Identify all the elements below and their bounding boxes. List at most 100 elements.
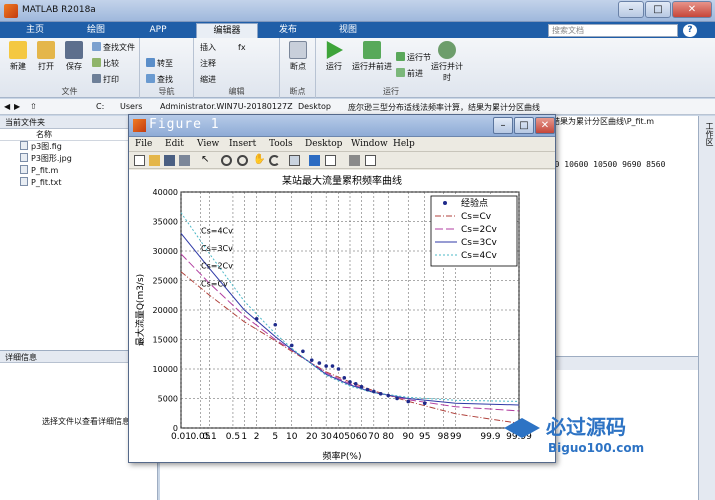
data-cursor-icon[interactable] — [289, 155, 300, 166]
menu-file[interactable]: File — [135, 139, 152, 149]
x-tick-label: 60 — [356, 432, 368, 442]
path-segment[interactable]: 庞尔逊三型分布适线法频率计算，结果为累计分区曲线 — [348, 102, 540, 113]
tab-editor[interactable]: 编辑器 — [196, 23, 258, 38]
path-segment[interactable]: Users — [120, 102, 142, 111]
menu-insert[interactable]: Insert — [229, 139, 256, 149]
workspace-side-tab[interactable]: 工作区 — [698, 116, 715, 500]
data-point — [378, 391, 383, 396]
save-figure-icon[interactable] — [164, 155, 175, 166]
details-message: 选择文件以查看详细信息 — [42, 417, 130, 426]
close-button[interactable]: ✕ — [672, 1, 712, 18]
minimize-button[interactable]: – — [618, 1, 644, 18]
open-button[interactable]: 打开 — [32, 41, 60, 72]
tab-apps[interactable]: APP — [134, 23, 182, 38]
hide-plot-tools-icon[interactable] — [349, 155, 360, 166]
zoom-in-icon[interactable] — [221, 155, 232, 166]
goto-button[interactable]: 转至 — [146, 58, 173, 69]
data-point — [406, 399, 411, 404]
menu-help[interactable]: Help — [393, 139, 415, 149]
legend-label: Cs=3Cv — [461, 238, 498, 248]
new-button[interactable]: 新建 — [4, 41, 32, 72]
colorbar-icon[interactable] — [309, 155, 320, 166]
legend-icon[interactable] — [325, 155, 336, 166]
path-segment[interactable]: C: — [96, 102, 104, 111]
editor-text[interactable]: 700 10600 10500 9690 8560 — [545, 160, 665, 169]
txt-file-icon — [20, 177, 28, 186]
forward-icon[interactable]: ▶ — [14, 102, 20, 111]
print-figure-icon[interactable] — [179, 155, 190, 166]
rotate-icon[interactable] — [269, 155, 280, 166]
menu-tools[interactable]: Tools — [269, 139, 293, 149]
data-point — [317, 361, 322, 365]
run-section-button[interactable]: 运行节 — [396, 52, 431, 63]
y-tick-label: 30000 — [153, 247, 178, 256]
image-file-icon — [20, 153, 28, 162]
editor-tab[interactable]: 结果为累计分区曲线\P_fit.m — [552, 116, 654, 127]
back-icon[interactable]: ◀ — [4, 102, 10, 111]
show-plot-tools-icon[interactable] — [365, 155, 376, 166]
curve-annotation: Cs=2Cv — [201, 262, 233, 271]
run-icon — [326, 41, 343, 59]
data-point — [386, 393, 391, 398]
tab-publish[interactable]: 发布 — [264, 23, 312, 38]
figure-menu-bar: File Edit View Insert Tools Desktop Wind… — [129, 137, 555, 152]
edit-group: 插入 fx 注释 缩进 编辑 — [194, 38, 280, 98]
new-figure-icon[interactable] — [134, 155, 145, 166]
menu-view[interactable]: View — [197, 139, 219, 149]
pan-icon[interactable]: ✋ — [253, 155, 265, 166]
print-button[interactable]: 打印 — [92, 74, 119, 85]
data-point — [365, 387, 370, 392]
run-advance-button[interactable]: 运行并前进 — [352, 41, 392, 72]
search-docs-input[interactable]: 搜索文档 — [548, 24, 678, 37]
y-tick-label: 5000 — [158, 395, 178, 404]
help-icon[interactable]: ? — [683, 24, 697, 37]
path-segment[interactable]: Administrator.WIN7U-20180127Z — [160, 102, 293, 111]
path-segment[interactable]: Desktop — [298, 102, 331, 111]
figure-close-button[interactable]: ✕ — [535, 117, 555, 134]
comment-button[interactable]: 注释 — [200, 58, 216, 69]
print-icon — [92, 74, 101, 83]
fig-file-icon — [20, 141, 28, 150]
figure-minimize-button[interactable]: – — [493, 117, 513, 134]
run-group: 运行 运行并前进 运行节 前进 运行并计时 运行 — [316, 38, 466, 98]
magnifier-icon — [146, 74, 155, 83]
edit-group-label: 编辑 — [228, 87, 245, 96]
breakpoint-group: 断点 断点 — [280, 38, 316, 98]
curve-annotation: Cs=4Cv — [201, 226, 233, 235]
advance-button[interactable]: 前进 — [396, 68, 423, 79]
fx-button[interactable]: fx — [238, 42, 246, 53]
data-point — [348, 380, 352, 384]
chart-title: 某站最大流量累积频率曲线 — [282, 174, 402, 187]
tab-home[interactable]: 主页 — [14, 23, 56, 38]
insert-button[interactable]: 插入 — [200, 42, 216, 53]
figure-maximize-button[interactable]: □ — [514, 117, 534, 134]
up-folder-icon[interactable]: ⇧ — [30, 102, 37, 111]
run-and-time-button[interactable]: 运行并计时 — [430, 41, 464, 83]
compare-button[interactable]: 比较 — [92, 58, 119, 69]
open-file-icon[interactable] — [149, 155, 160, 166]
menu-desktop[interactable]: Desktop — [305, 139, 342, 149]
new-icon — [9, 41, 27, 59]
x-tick-label: 5 — [272, 432, 278, 442]
x-tick-label: 0.1 — [202, 432, 216, 442]
breakpoint-button[interactable]: 断点 — [284, 41, 312, 72]
save-button[interactable]: 保存 — [60, 41, 88, 72]
run-button[interactable]: 运行 — [320, 41, 348, 72]
folder-icon — [37, 41, 55, 59]
tab-plots[interactable]: 绘图 — [70, 23, 122, 38]
menu-edit[interactable]: Edit — [165, 139, 184, 149]
maximize-button[interactable]: □ — [645, 1, 671, 18]
zoom-out-icon[interactable] — [237, 155, 248, 166]
file-group-label: 文件 — [61, 87, 78, 96]
run-advance-icon — [363, 41, 381, 59]
address-bar[interactable]: ◀ ▶ ⇧ C: Users Administrator.WIN7U-20180… — [0, 99, 715, 115]
menu-window[interactable]: Window — [351, 139, 388, 149]
frequency-chart: 某站最大流量累积频率曲线 频率P(%) 最大流量Q(m3/s) 0.01 0.05… — [134, 174, 532, 462]
indent-button[interactable]: 缩进 — [200, 74, 216, 85]
tab-view[interactable]: 视图 — [322, 23, 374, 38]
find-files-button[interactable]: 查找文件 — [92, 42, 135, 53]
y-tick-label: 10000 — [153, 365, 178, 374]
data-point — [301, 349, 305, 354]
pointer-icon[interactable]: ↖ — [201, 155, 212, 166]
find-button[interactable]: 查找 — [146, 74, 173, 85]
